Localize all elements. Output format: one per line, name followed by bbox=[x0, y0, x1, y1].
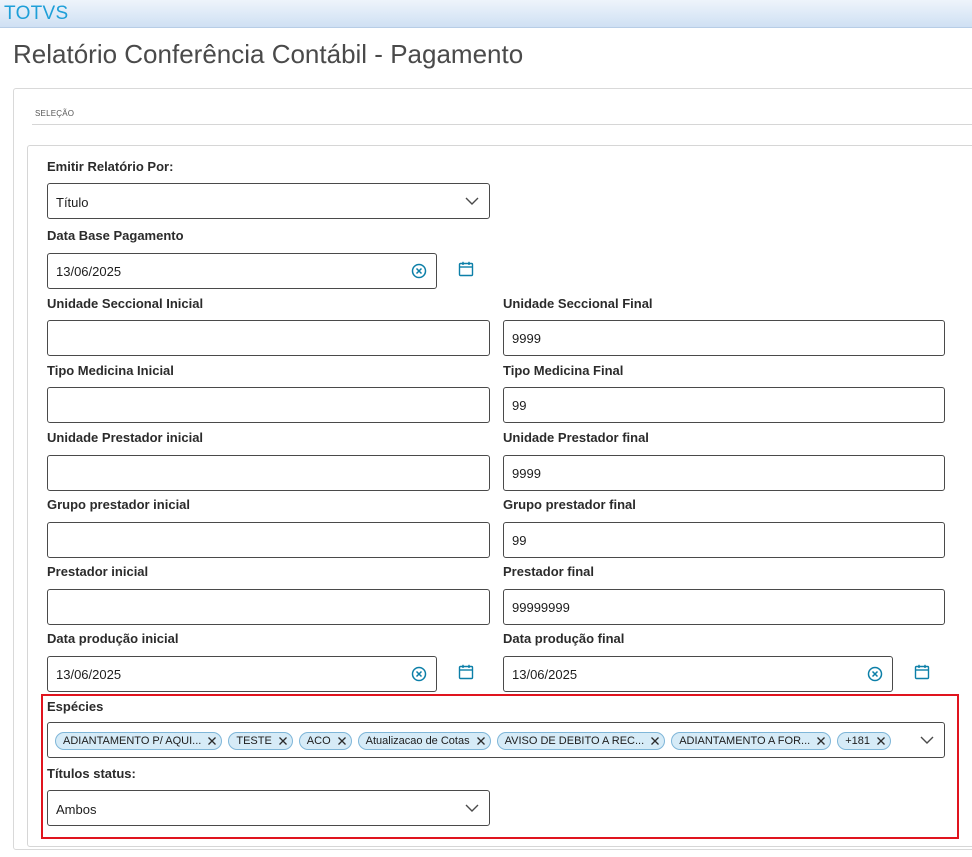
chip-label: +181 bbox=[845, 735, 870, 747]
calendar-icon[interactable] bbox=[458, 664, 474, 680]
especies-chips: ADIANTAMENTO P/ AQUI... TESTE ACO Atuali… bbox=[55, 732, 891, 750]
unidade-prestador-final-field[interactable] bbox=[503, 455, 945, 491]
tipo-medicina-final-label: Tipo Medicina Final bbox=[503, 363, 624, 378]
chip-label: Atualizacao de Cotas bbox=[365, 735, 470, 747]
data-producao-inicial-label: Data produção inicial bbox=[47, 631, 179, 646]
clear-icon[interactable] bbox=[867, 666, 883, 682]
prestador-final-input[interactable] bbox=[504, 590, 944, 624]
grupo-prestador-inicial-field[interactable] bbox=[47, 522, 490, 558]
unidade-prestador-final-label: Unidade Prestador final bbox=[503, 430, 649, 445]
titulos-status-value: Ambos bbox=[56, 802, 97, 817]
chip-label: ACO bbox=[306, 735, 331, 747]
close-icon[interactable] bbox=[207, 736, 217, 746]
calendar-icon[interactable] bbox=[458, 261, 474, 277]
tipo-medicina-final-input[interactable] bbox=[504, 388, 944, 422]
grupo-prestador-final-input[interactable] bbox=[504, 523, 944, 557]
grupo-prestador-inicial-label: Grupo prestador inicial bbox=[47, 497, 191, 512]
chip: ACO bbox=[298, 732, 352, 750]
clear-icon[interactable] bbox=[411, 666, 427, 682]
chip: TESTE bbox=[228, 732, 293, 750]
clear-icon[interactable] bbox=[411, 263, 427, 279]
emitir-select[interactable]: Título bbox=[47, 183, 490, 219]
chip-label: TESTE bbox=[236, 735, 272, 747]
prestador-final-field[interactable] bbox=[503, 589, 945, 625]
page-title: Relatório Conferência Contábil - Pagamen… bbox=[13, 39, 524, 69]
close-icon[interactable] bbox=[816, 736, 826, 746]
chip-label: AVISO DE DEBITO A REC... bbox=[504, 735, 645, 747]
chip: ADIANTAMENTO A FOR... bbox=[671, 732, 832, 750]
emitir-value: Título bbox=[56, 195, 89, 210]
chevron-down-icon bbox=[465, 197, 479, 205]
prestador-inicial-input[interactable] bbox=[48, 590, 489, 624]
data-producao-final-input[interactable] bbox=[504, 657, 892, 691]
chip-overflow-count: +181 bbox=[837, 732, 891, 750]
titulos-status-label: Títulos status: bbox=[47, 766, 136, 781]
chip: ADIANTAMENTO P/ AQUI... bbox=[55, 732, 223, 750]
top-bar: TOTVS bbox=[0, 0, 972, 28]
prestador-inicial-label: Prestador inicial bbox=[47, 564, 149, 579]
chip-label: ADIANTAMENTO P/ AQUI... bbox=[63, 735, 202, 747]
grupo-prestador-inicial-input[interactable] bbox=[48, 523, 489, 557]
tipo-medicina-inicial-label: Tipo Medicina Inicial bbox=[47, 363, 174, 378]
unidade-prestador-final-input[interactable] bbox=[504, 456, 944, 490]
unidade-seccional-final-input[interactable] bbox=[504, 321, 944, 355]
data-base-input[interactable] bbox=[48, 254, 436, 288]
tipo-medicina-inicial-input[interactable] bbox=[48, 388, 489, 422]
unidade-seccional-inicial-input[interactable] bbox=[48, 321, 489, 355]
especies-label: Espécies bbox=[47, 699, 104, 714]
unidade-seccional-inicial-field[interactable] bbox=[47, 320, 490, 356]
unidade-seccional-inicial-label: Unidade Seccional Inicial bbox=[47, 296, 204, 311]
data-base-label: Data Base Pagamento bbox=[47, 228, 184, 243]
data-producao-inicial-field[interactable] bbox=[47, 656, 437, 692]
close-icon[interactable] bbox=[476, 736, 486, 746]
section-label: SELEÇÃO bbox=[35, 109, 75, 118]
especies-multiselect[interactable]: ADIANTAMENTO P/ AQUI... TESTE ACO Atuali… bbox=[47, 722, 945, 758]
chevron-down-icon[interactable] bbox=[920, 735, 934, 745]
section-divider bbox=[32, 124, 972, 125]
chip-label: ADIANTAMENTO A FOR... bbox=[679, 735, 811, 747]
unidade-prestador-inicial-field[interactable] bbox=[47, 455, 490, 491]
titulos-status-select[interactable]: Ambos bbox=[47, 790, 490, 826]
data-base-field[interactable] bbox=[47, 253, 437, 289]
prestador-inicial-field[interactable] bbox=[47, 589, 490, 625]
close-icon[interactable] bbox=[650, 736, 660, 746]
data-producao-final-label: Data produção final bbox=[503, 631, 625, 646]
grupo-prestador-final-label: Grupo prestador final bbox=[503, 497, 636, 512]
unidade-seccional-final-field[interactable] bbox=[503, 320, 945, 356]
data-producao-final-field[interactable] bbox=[503, 656, 893, 692]
chip: Atualizacao de Cotas bbox=[357, 732, 491, 750]
calendar-icon[interactable] bbox=[914, 664, 930, 680]
tipo-medicina-final-field[interactable] bbox=[503, 387, 945, 423]
chip: AVISO DE DEBITO A REC... bbox=[496, 732, 666, 750]
emitir-label: Emitir Relatório Por: bbox=[47, 159, 174, 174]
unidade-prestador-inicial-label: Unidade Prestador inicial bbox=[47, 430, 204, 445]
grupo-prestador-final-field[interactable] bbox=[503, 522, 945, 558]
chevron-down-icon bbox=[465, 804, 479, 812]
tipo-medicina-inicial-field[interactable] bbox=[47, 387, 490, 423]
unidade-seccional-final-label: Unidade Seccional Final bbox=[503, 296, 653, 311]
close-icon[interactable] bbox=[876, 736, 886, 746]
close-icon[interactable] bbox=[337, 736, 347, 746]
prestador-final-label: Prestador final bbox=[503, 564, 595, 579]
unidade-prestador-inicial-input[interactable] bbox=[48, 456, 489, 490]
close-icon[interactable] bbox=[278, 736, 288, 746]
brand-logo: TOTVS bbox=[4, 3, 69, 24]
data-producao-inicial-input[interactable] bbox=[48, 657, 436, 691]
